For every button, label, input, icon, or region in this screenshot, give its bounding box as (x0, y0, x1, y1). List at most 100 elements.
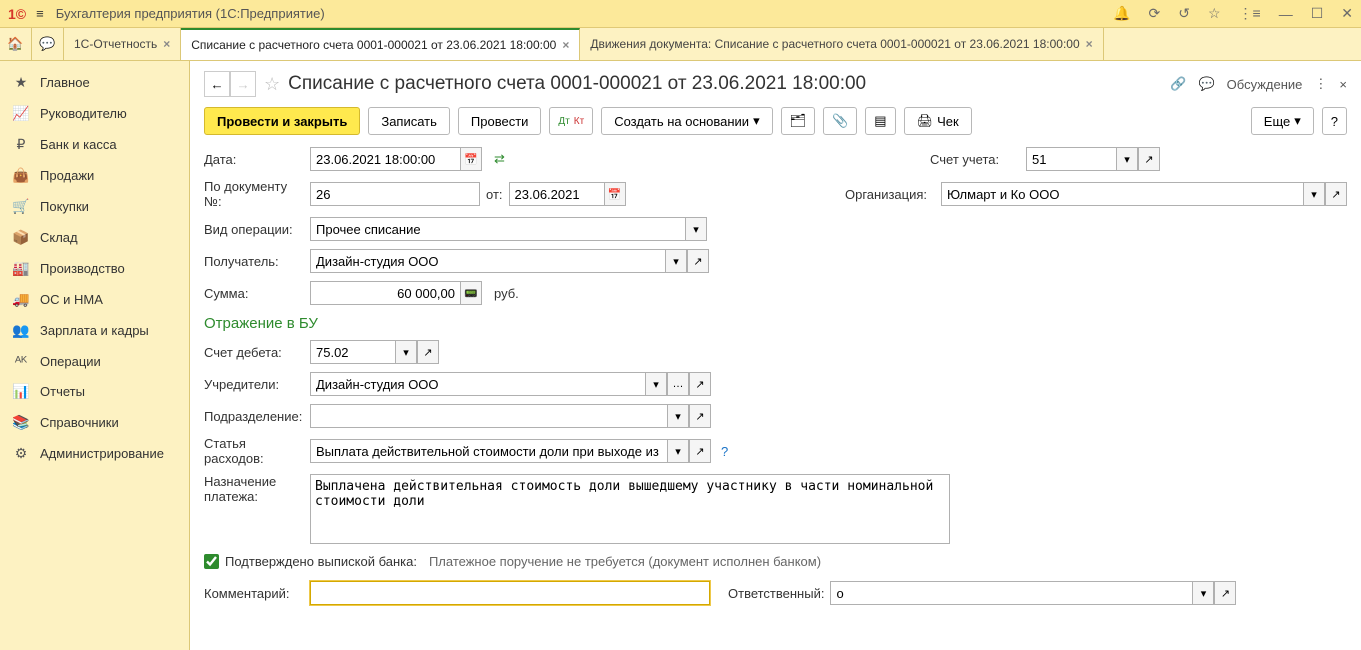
nav-back-button[interactable]: ← (204, 71, 230, 97)
sidebar-item-os[interactable]: 🚚ОС и НМА (0, 284, 189, 315)
dropdown-icon[interactable]: ▾ (665, 249, 687, 273)
sidebar-item-main[interactable]: ★Главное (0, 67, 189, 98)
tab-1c-report[interactable]: 1С-Отчетность × (64, 28, 181, 60)
sidebar-item-sales[interactable]: 👜Продажи (0, 160, 189, 191)
more-button[interactable]: Еще ▾ (1251, 107, 1314, 135)
chat-button[interactable]: 💬 (32, 28, 64, 60)
org-input[interactable] (941, 182, 1303, 206)
open-icon[interactable]: ↗ (1214, 581, 1236, 605)
save-button[interactable]: Записать (368, 107, 450, 135)
nav-forward-button[interactable]: → (230, 71, 256, 97)
responsible-input[interactable] (830, 581, 1192, 605)
open-icon[interactable]: ↗ (689, 439, 711, 463)
more-icon[interactable]: ⋮ (1314, 76, 1327, 92)
dots-icon[interactable]: … (667, 372, 689, 396)
minimize-icon[interactable]: — (1279, 6, 1293, 22)
dropdown-icon[interactable]: ▾ (1116, 147, 1138, 171)
sync-icon[interactable]: ⟳ (1149, 5, 1161, 22)
menu-icon[interactable]: ≡ (36, 6, 44, 21)
amount-input[interactable] (310, 281, 460, 305)
refresh-icon[interactable]: ⇄ (494, 151, 505, 167)
bu-section-title: Отражение в БУ (204, 315, 1347, 332)
doc-title: Списание с расчетного счета 0001-000021 … (288, 73, 1162, 95)
tab-close-icon[interactable]: × (163, 37, 170, 51)
history-icon[interactable]: ↺ (1178, 5, 1190, 22)
purpose-textarea[interactable] (310, 474, 950, 544)
maximize-icon[interactable]: ☐ (1311, 5, 1324, 22)
optype-input[interactable] (310, 217, 685, 241)
open-icon[interactable]: ↗ (689, 404, 711, 428)
dropdown-icon[interactable]: ▾ (667, 439, 689, 463)
account-label: Счет учета: (930, 152, 1020, 167)
favorite-icon[interactable]: ☆ (264, 74, 280, 95)
home-button[interactable]: 🏠 (0, 28, 32, 60)
calendar-icon[interactable]: 📅 (460, 147, 482, 171)
division-input[interactable] (310, 404, 667, 428)
help-button[interactable]: ? (1322, 107, 1347, 135)
dropdown-icon[interactable]: ▾ (645, 372, 667, 396)
expense-input[interactable] (310, 439, 667, 463)
dropdown-icon[interactable]: ▾ (395, 340, 417, 364)
check-button[interactable]: 🖨 Чек (904, 107, 972, 135)
open-icon[interactable]: ↗ (687, 249, 709, 273)
calc-icon[interactable]: 📟 (460, 281, 482, 305)
star-icon: ★ (12, 74, 30, 91)
bell-icon[interactable]: 🔔 (1113, 5, 1130, 22)
list-button[interactable]: ▤ (865, 107, 895, 135)
structure-button[interactable]: 🗂 (781, 107, 816, 135)
docnum-date-input[interactable] (509, 182, 604, 206)
app-title: Бухгалтерия предприятия (1С:Предприятие) (56, 6, 1113, 21)
confirmed-checkbox[interactable] (204, 554, 219, 569)
sidebar-item-salary[interactable]: 👥Зарплата и кадры (0, 315, 189, 346)
confirmed-label: Подтверждено выпиской банка: (225, 554, 417, 569)
expense-label: Статья расходов: (204, 436, 304, 466)
tab-movements[interactable]: Движения документа: Списание с расчетног… (580, 28, 1103, 60)
debit-input[interactable] (310, 340, 395, 364)
sidebar-item-production[interactable]: 🏭Производство (0, 253, 189, 284)
sidebar-item-bank[interactable]: ₽ Банк и касса (0, 129, 189, 160)
account-input[interactable] (1026, 147, 1116, 171)
dtct-button[interactable]: ДтКт (549, 107, 593, 135)
settings-icon[interactable]: ⋮≡ (1239, 5, 1261, 22)
comment-input[interactable] (310, 581, 710, 605)
open-icon[interactable]: ↗ (689, 372, 711, 396)
report-icon: 📊 (12, 383, 30, 400)
ruble-icon: ₽ (12, 136, 30, 153)
dropdown-icon[interactable]: ▾ (1192, 581, 1214, 605)
open-icon[interactable]: ↗ (1138, 147, 1160, 171)
close-doc-icon[interactable]: × (1339, 77, 1347, 92)
sidebar-item-label: Продажи (40, 168, 94, 183)
recipient-input[interactable] (310, 249, 665, 273)
discuss-label[interactable]: Обсуждение (1227, 77, 1303, 92)
sidebar-item-operations[interactable]: ᴬᴷОперации (0, 346, 189, 376)
post-button[interactable]: Провести (458, 107, 542, 135)
help-icon[interactable]: ? (721, 444, 728, 459)
calendar-icon[interactable]: 📅 (604, 182, 626, 206)
open-icon[interactable]: ↗ (417, 340, 439, 364)
link-icon[interactable]: 🔗 (1170, 76, 1186, 92)
close-icon[interactable]: ✕ (1341, 5, 1353, 22)
sidebar-item-label: Покупки (40, 199, 89, 214)
dropdown-icon[interactable]: ▾ (667, 404, 689, 428)
dropdown-icon[interactable]: ▾ (685, 217, 707, 241)
date-input[interactable] (310, 147, 460, 171)
discuss-icon[interactable]: 💬 (1198, 76, 1214, 92)
sidebar-item-reports[interactable]: 📊Отчеты (0, 376, 189, 407)
tab-close-icon[interactable]: × (1086, 37, 1093, 51)
post-and-close-button[interactable]: Провести и закрыть (204, 107, 360, 135)
sidebar-item-purchases[interactable]: 🛒Покупки (0, 191, 189, 222)
create-based-button[interactable]: Создать на основании ▾ (601, 107, 772, 135)
sidebar-item-warehouse[interactable]: 📦Склад (0, 222, 189, 253)
dropdown-icon[interactable]: ▾ (1303, 182, 1325, 206)
star-icon[interactable]: ☆ (1208, 5, 1221, 22)
founders-input[interactable] (310, 372, 645, 396)
attach-button[interactable]: 📎 (823, 107, 857, 135)
open-icon[interactable]: ↗ (1325, 182, 1347, 206)
tab-spisanie[interactable]: Списание с расчетного счета 0001-000021 … (181, 28, 580, 60)
tab-close-icon[interactable]: × (562, 38, 569, 52)
sidebar-item-admin[interactable]: ⚙Администрирование (0, 438, 189, 469)
sidebar-item-manager[interactable]: 📈Руководителю (0, 98, 189, 129)
sidebar-item-label: Банк и касса (40, 137, 117, 152)
docnum-input[interactable] (310, 182, 480, 206)
sidebar-item-catalogs[interactable]: 📚Справочники (0, 407, 189, 438)
